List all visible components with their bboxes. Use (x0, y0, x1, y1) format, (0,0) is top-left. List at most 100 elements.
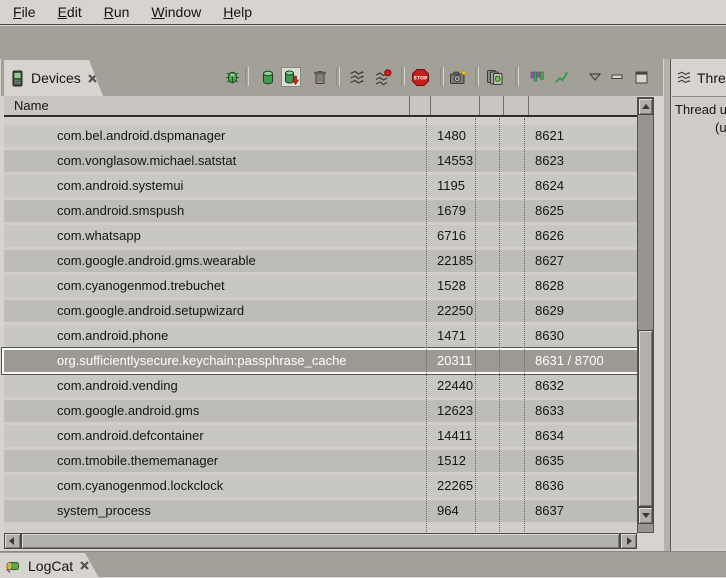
process-pid: 12623 (437, 400, 473, 422)
debug-process-icon[interactable] (222, 67, 242, 87)
table-row[interactable]: com.tmobile.thememanager 1512 8635 (4, 450, 637, 472)
menu-file[interactable]: File (2, 1, 47, 24)
table-row[interactable]: com.whatsapp 6716 8626 (4, 225, 637, 247)
process-port: 8635 (535, 450, 564, 472)
close-icon[interactable] (87, 73, 98, 84)
process-pid: 1528 (437, 275, 466, 297)
scroll-down-button[interactable] (638, 507, 653, 524)
process-pid: 1679 (437, 200, 466, 222)
table-row[interactable]: com.cyanogenmod.trebuchet 1528 8628 (4, 275, 637, 297)
table-row[interactable]: org.sufficientlysecure.keychain:passphra… (4, 350, 637, 372)
table-row[interactable]: com.google.android.setupwizard 22250 862… (4, 300, 637, 322)
toolbar-separator (515, 67, 519, 86)
minimize-icon[interactable] (607, 67, 627, 87)
process-pid: 22265 (437, 475, 473, 497)
process-port: 8629 (535, 300, 564, 322)
table-row[interactable]: com.google.android.gms.wearable 22185 86… (4, 250, 637, 272)
table-row[interactable]: com.vonglasow.michael.satstat 14553 8623 (4, 150, 637, 172)
threads-message-line1: Thread updates not enabled for selected … (675, 102, 726, 117)
update-heap-icon[interactable] (258, 67, 278, 87)
table-row[interactable]: com.cyanogenmod.lockclock 22265 8636 (4, 475, 637, 497)
process-name: com.android.defcontainer (57, 425, 204, 447)
table-row[interactable]: com.android.phone 1471 8630 (4, 325, 637, 347)
process-name: com.cyanogenmod.lockclock (57, 475, 223, 497)
table-row[interactable]: com.android.smspush 1679 8625 (4, 200, 637, 222)
table-row[interactable]: com.android.defcontainer 14411 8634 (4, 425, 637, 447)
process-port: 8624 (535, 175, 564, 197)
process-name: com.google.android.gms.wearable (57, 250, 256, 272)
panel-splitter[interactable] (664, 59, 671, 551)
process-pid: 22250 (437, 300, 473, 322)
process-pid: 6716 (437, 225, 466, 247)
process-name: com.android.vending (57, 375, 178, 397)
table-row[interactable]: system_process 964 8637 (4, 500, 637, 522)
horizontal-scrollbar-thumb[interactable] (21, 533, 620, 549)
svg-text:STOP: STOP (413, 75, 427, 81)
process-port: 8627 (535, 250, 564, 272)
column-header-name[interactable]: Name (14, 98, 49, 113)
toolbar-separator (245, 67, 249, 86)
horizontal-scrollbar[interactable] (4, 533, 637, 549)
process-port: 8630 (535, 325, 564, 347)
process-port: 8636 (535, 475, 564, 497)
process-name: com.cyanogenmod.trebuchet (57, 275, 225, 297)
maximize-icon[interactable] (631, 67, 651, 87)
table-row[interactable]: com.bel.android.dspmanager 1480 8621 (4, 125, 637, 147)
table-row[interactable]: com.android.systemui 1195 8624 (4, 175, 637, 197)
process-port: 8626 (535, 225, 564, 247)
threads-tabbar: Threads (672, 60, 726, 96)
process-port: 8628 (535, 275, 564, 297)
menu-edit[interactable]: Edit (47, 1, 93, 24)
scroll-left-button[interactable] (4, 533, 21, 549)
cause-gc-icon[interactable] (310, 67, 330, 87)
tab-threads-label[interactable]: Threads (697, 70, 726, 86)
screen-capture-icon[interactable] (448, 67, 468, 87)
process-pid: 20311 (437, 350, 472, 372)
column-divider[interactable] (430, 96, 431, 115)
process-port: 8633 (535, 400, 564, 422)
process-name: com.google.android.setupwizard (57, 300, 244, 322)
start-method-profiling-icon[interactable] (373, 67, 393, 87)
column-divider[interactable] (479, 96, 480, 115)
process-name: com.android.smspush (57, 200, 184, 222)
process-name: com.android.systemui (57, 175, 183, 197)
menu-window[interactable]: Window (140, 1, 212, 24)
menu-bar: File Edit Run Window Help (0, 0, 726, 25)
close-icon[interactable] (79, 560, 90, 571)
systrace-icon[interactable] (527, 67, 547, 87)
table-header: Name (4, 96, 637, 117)
threads-message-line2: (use toolbar button to enable) (715, 120, 726, 135)
view-menu-icon[interactable] (585, 67, 605, 87)
tab-logcat[interactable]: LogCat (0, 553, 99, 578)
threads-icon (676, 70, 692, 86)
menu-help[interactable]: Help (212, 1, 263, 24)
opengl-trace-icon[interactable] (551, 67, 571, 87)
vertical-scrollbar[interactable] (637, 97, 654, 533)
table-row[interactable]: com.google.android.gms 12623 8633 (4, 400, 637, 422)
process-pid: 22440 (437, 375, 473, 397)
process-name: system_process (57, 500, 151, 522)
logcat-icon (5, 558, 22, 574)
process-name: com.bel.android.dspmanager (57, 125, 225, 147)
tab-devices-label: Devices (31, 70, 81, 86)
stop-process-icon[interactable]: STOP (410, 67, 430, 87)
tab-devices[interactable]: Devices (4, 60, 103, 96)
scroll-right-button[interactable] (620, 533, 637, 549)
process-port: 8637 (535, 500, 564, 522)
column-divider[interactable] (409, 96, 410, 115)
column-divider[interactable] (528, 96, 529, 115)
screen-capture-multiple-icon[interactable] (485, 67, 505, 87)
scroll-up-button[interactable] (638, 98, 653, 115)
logcat-view: LogCat (0, 551, 726, 577)
vertical-scrollbar-thumb[interactable] (638, 330, 653, 507)
process-pid: 14411 (437, 425, 472, 447)
menu-run[interactable]: Run (93, 1, 141, 24)
dump-hprof-icon[interactable] (281, 67, 301, 87)
process-port: 8621 (535, 125, 564, 147)
process-pid: 22185 (437, 250, 473, 272)
devices-view: Devices (0, 59, 664, 551)
update-threads-icon[interactable] (346, 67, 366, 87)
table-row[interactable]: com.android.vending 22440 8632 (4, 375, 637, 397)
toolbar-separator (475, 67, 479, 86)
column-divider[interactable] (503, 96, 504, 115)
